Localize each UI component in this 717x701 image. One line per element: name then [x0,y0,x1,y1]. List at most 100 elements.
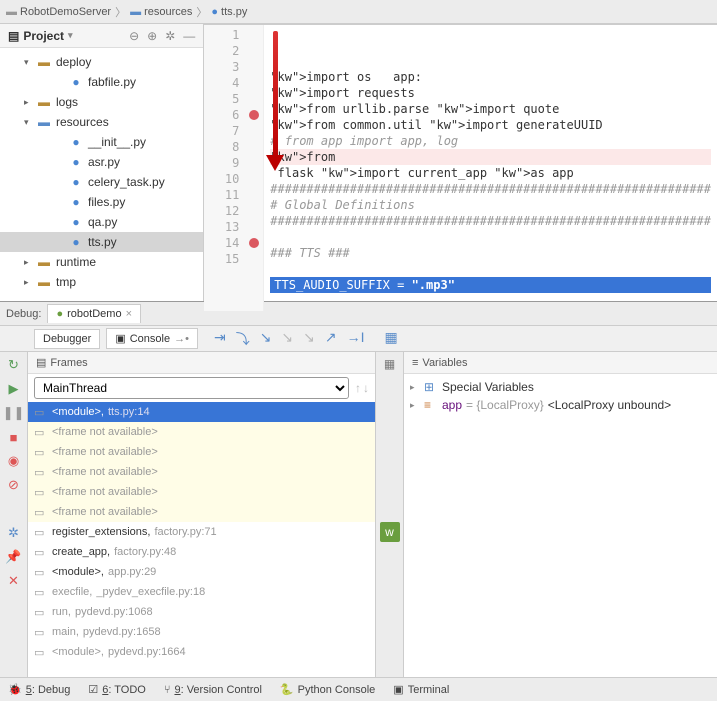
breadcrumb-item[interactable]: ▬RobotDemoServer [6,6,111,18]
step-into-my-icon[interactable]: ↘ [281,329,293,349]
run-to-cursor-icon[interactable]: →I [347,329,365,349]
settings2-icon[interactable]: ✲ [5,524,23,542]
thread-selector[interactable]: MainThread [34,377,349,399]
bottom-bar-item[interactable]: 🐍Python Console [280,683,375,696]
stop-icon[interactable]: ■ [5,428,23,446]
code-line[interactable]: # from app import app, log [270,133,711,149]
line-number[interactable]: 3 [204,59,263,75]
breakpoint-icon[interactable] [249,238,259,248]
tab-debugger[interactable]: Debugger [34,329,100,349]
rerun-icon[interactable]: ↻ [5,356,23,374]
line-number[interactable]: 6 [204,107,263,123]
bottom-bar-item[interactable]: ☑6: TODO [88,683,146,696]
tree-item[interactable]: ●tts.py [0,232,203,252]
tree-item[interactable]: ▸▬tmp [0,272,203,292]
code-line[interactable] [270,293,711,309]
code-line[interactable]: ### TTS ### [270,245,711,261]
restore-layout-icon[interactable]: ▦ [380,354,400,374]
gutter[interactable]: 123456789101112131415 [204,25,264,311]
stack-frame[interactable]: ▭<module>, tts.py:14 [28,402,375,422]
breadcrumb-item[interactable]: ●tts.py [211,6,247,18]
line-number[interactable]: 1 [204,27,263,43]
line-number[interactable]: 2 [204,43,263,59]
stack-frame[interactable]: ▭<module>, app.py:29 [28,562,375,582]
tree-item[interactable]: ▸▬logs [0,92,203,112]
mute-bp-icon[interactable]: ⊘ [5,476,23,494]
bottom-bar-item[interactable]: 🐞5: Debug [8,683,70,696]
tree-item[interactable]: ●files.py [0,192,203,212]
tree-item[interactable]: ●__init__.py [0,132,203,152]
code-line[interactable]: "kw">from common.util "kw">import genera… [270,117,711,133]
step-out-icon[interactable]: ↗ [325,329,337,349]
code-line[interactable]: # Global Definitions [270,197,711,213]
prev-frame-icon[interactable]: ↑ [355,381,361,395]
bottom-bar-item[interactable]: ▣Terminal [393,683,449,696]
tree-item[interactable]: ●fabfile.py [0,72,203,92]
collapse-all-icon[interactable]: ⊖ [129,29,139,43]
tree-item[interactable]: ●asr.py [0,152,203,172]
breakpoints-icon[interactable]: ◉ [5,452,23,470]
bottom-bar-item[interactable]: ⑂9: Version Control [164,684,262,696]
watches-icon[interactable]: w [380,522,400,542]
stack-frame[interactable]: ▭create_app, factory.py:48 [28,542,375,562]
line-number[interactable]: 13 [204,219,263,235]
line-number[interactable]: 8 [204,139,263,155]
code-line[interactable]: ########################################… [270,213,711,229]
step-into-icon[interactable]: ↘ [260,329,272,349]
tree-item[interactable]: ▸▬runtime [0,252,203,272]
code-line[interactable]: "kw">from flask "kw">import current_app … [270,149,711,165]
code-body[interactable]: "kw">import os app: "kw">import requests… [264,25,717,311]
scroll-from-source-icon[interactable]: ⊕ [147,29,157,43]
hide-icon[interactable]: — [183,29,195,43]
evaluate-icon[interactable]: ▦ [385,329,398,349]
line-number[interactable]: 10 [204,171,263,187]
pin-icon[interactable]: 📌 [5,548,23,566]
pause-icon[interactable]: ❚❚ [5,404,23,422]
stack-frame[interactable]: ▭register_extensions, factory.py:71 [28,522,375,542]
variable-row[interactable]: ▸≡app = {LocalProxy} <LocalProxy unbound… [410,396,711,414]
code-line[interactable]: "kw">import requests [270,85,711,101]
stack-frame[interactable]: ▭<frame not available> [28,502,375,522]
step-over-icon[interactable]: ⤵ [236,329,250,349]
code-line[interactable]: TTS_AUDIO_SUFFIX = ".mp3" [270,277,711,293]
stack-frame[interactable]: ▭<frame not available> [28,462,375,482]
line-number[interactable]: 5 [204,91,263,107]
line-number[interactable]: 4 [204,75,263,91]
line-number[interactable]: 12 [204,203,263,219]
show-execution-icon[interactable]: ⇥ [214,329,226,349]
debug-config-tab[interactable]: ●robotDemo× [47,304,141,323]
line-number[interactable]: 14 [204,235,263,251]
code-line[interactable]: "kw">import os app: [270,69,711,85]
line-number[interactable]: 11 [204,187,263,203]
tab-console[interactable]: ▣Console→• [106,328,198,349]
folder-icon: ▬ [36,115,52,129]
code-area[interactable]: 123456789101112131415 "kw">import os app… [204,25,717,311]
close2-icon[interactable]: ✕ [5,572,23,590]
stack-frame[interactable]: ▭<module>, pydevd.py:1664 [28,642,375,662]
tree-item[interactable]: ▾▬deploy [0,52,203,72]
close-icon[interactable]: × [126,308,132,320]
resume-icon[interactable]: ▶ [5,380,23,398]
code-line[interactable]: ########################################… [270,181,711,197]
stack-frame[interactable]: ▭<frame not available> [28,482,375,502]
breakpoint-icon[interactable] [249,110,259,120]
code-line[interactable]: "kw">from urllib.parse "kw">import quote [270,101,711,117]
tree-item[interactable]: ▾▬resources [0,112,203,132]
stack-frame[interactable]: ▭<frame not available> [28,422,375,442]
line-number[interactable]: 7 [204,123,263,139]
breadcrumb-item[interactable]: ▬resources [130,6,192,18]
variable-row[interactable]: ▸⊞Special Variables [410,378,711,396]
stack-frame[interactable]: ▭run, pydevd.py:1068 [28,602,375,622]
stack-frame[interactable]: ▭main, pydevd.py:1658 [28,622,375,642]
force-step-icon[interactable]: ↘ [303,329,315,349]
code-line[interactable] [270,229,711,245]
settings-icon[interactable]: ✲ [165,29,175,43]
code-line[interactable] [270,261,711,277]
next-frame-icon[interactable]: ↓ [363,381,369,395]
stack-frame[interactable]: ▭<frame not available> [28,442,375,462]
stack-frame[interactable]: ▭execfile, _pydev_execfile.py:18 [28,582,375,602]
tree-item[interactable]: ●qa.py [0,212,203,232]
tree-item[interactable]: ●celery_task.py [0,172,203,192]
line-number[interactable]: 15 [204,251,263,267]
line-number[interactable]: 9 [204,155,263,171]
